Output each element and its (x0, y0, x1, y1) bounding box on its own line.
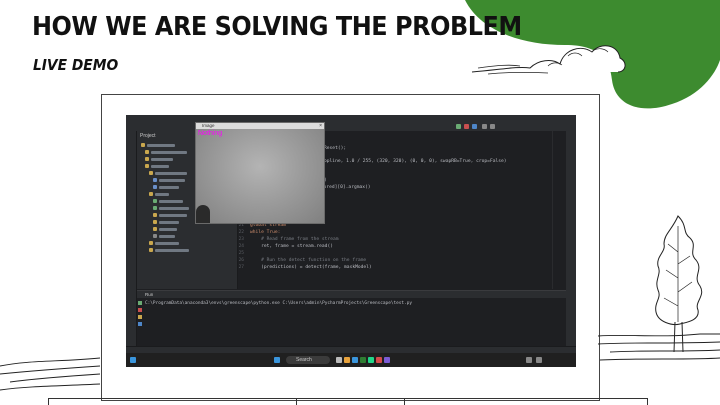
table-top-edge (48, 398, 648, 399)
run-icon[interactable] (456, 124, 461, 129)
table-divider (404, 398, 405, 405)
code-comment: # Read frame from the stream (250, 237, 339, 242)
code-line: /[pred][0].argmax() (318, 185, 371, 190)
code-line: opline, 1.0 / 255, (320, 320), (0, 0, 0)… (324, 159, 507, 164)
tool-icon[interactable] (138, 322, 142, 326)
table-divider (296, 398, 297, 405)
line-number: 24 (238, 244, 244, 249)
line-number: 26 (238, 258, 244, 263)
project-panel-title: Project (140, 133, 156, 139)
cloud-illustration (471, 45, 626, 75)
run-panel-tabs: Run (137, 291, 566, 298)
slide-title: HOW WE ARE SOLVING THE PROBLEM (32, 12, 522, 42)
left-tool-strip (126, 131, 137, 363)
line-number: 27 (238, 265, 244, 270)
tool-icon[interactable] (138, 315, 142, 319)
run-tab[interactable]: Run (145, 292, 153, 297)
editor-scrollbar[interactable] (552, 131, 567, 289)
stop-icon[interactable] (464, 124, 469, 129)
code-line: (predictions) = detect(frame, maskModel) (250, 265, 372, 270)
camera-window-title: Image (202, 123, 215, 128)
detection-label: Nothing (198, 130, 223, 137)
camera-feed (196, 129, 324, 223)
rerun-icon[interactable] (138, 301, 142, 305)
search-everywhere-icon[interactable] (482, 124, 487, 129)
code-line: while True: (250, 230, 281, 235)
right-tool-strip (566, 131, 576, 363)
run-command-output: C:\ProgramData\anaconda3\envs\greenscape… (145, 301, 412, 306)
stop-run-icon[interactable] (138, 308, 142, 312)
code-line: ret, frame = stream.read() (250, 244, 333, 249)
code-comment: # Run the detect function on the frame (250, 258, 367, 263)
camera-window[interactable]: Image × Nothing (195, 122, 325, 224)
table-divider (647, 398, 648, 405)
slide-subtitle: LIVE DEMO (33, 56, 119, 74)
code-line: Reset(); (324, 146, 347, 151)
settings-icon[interactable] (490, 124, 495, 129)
table-divider (48, 398, 49, 405)
line-number: 25 (238, 251, 244, 256)
window-title-bar (126, 115, 576, 122)
line-number: 23 (238, 237, 244, 242)
camera-feed-shadow (196, 205, 210, 223)
line-number: 22 (238, 230, 244, 235)
debug-icon[interactable] (472, 124, 477, 129)
ground-illustration (0, 333, 720, 391)
